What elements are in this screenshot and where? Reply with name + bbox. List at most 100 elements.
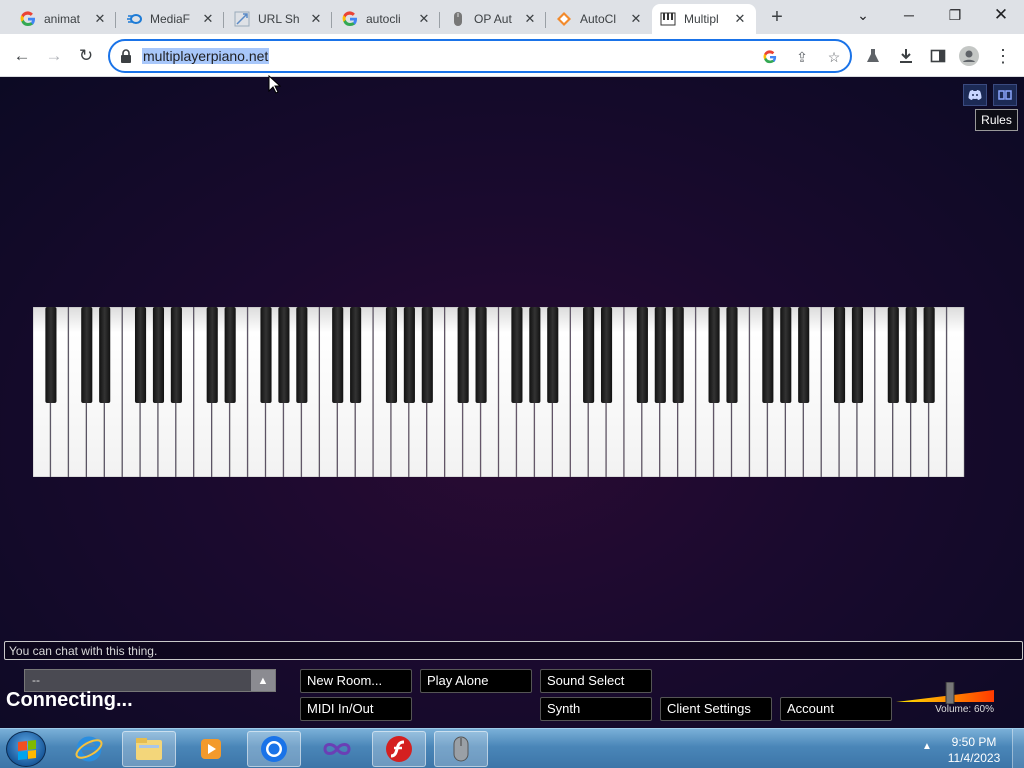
mouse-app-icon[interactable] (434, 731, 488, 767)
black-key[interactable] (224, 307, 236, 403)
discord-icon[interactable] (963, 84, 987, 106)
black-key[interactable] (851, 307, 864, 403)
black-key[interactable] (332, 307, 344, 403)
tab-search-chevron-icon[interactable]: ⌄ (840, 0, 886, 30)
volume-handle[interactable] (945, 681, 955, 705)
black-key[interactable] (278, 307, 290, 403)
black-key[interactable] (350, 307, 362, 403)
tray-arrow-icon[interactable]: ▲ (922, 741, 932, 752)
reload-button[interactable]: ↻ (72, 42, 100, 70)
black-key[interactable] (762, 307, 774, 403)
menu-kebab-icon[interactable]: ⋮ (992, 45, 1014, 67)
tab-multiplayer-piano[interactable]: Multipl ✕ (652, 4, 756, 34)
tab-autoclicker-search[interactable]: autocli ✕ (334, 4, 440, 34)
google-lens-icon[interactable] (760, 47, 780, 67)
black-key[interactable] (708, 307, 720, 403)
piano-svg[interactable] (33, 307, 965, 477)
new-room-button[interactable]: New Room... (300, 669, 412, 693)
address-bar[interactable]: multiplayerpiano.net ⇪ ☆ (108, 39, 852, 73)
synth-button[interactable]: Synth (540, 697, 652, 721)
black-key[interactable] (887, 307, 899, 403)
share-icon[interactable]: ⇪ (792, 47, 812, 67)
file-explorer-icon[interactable] (122, 731, 176, 767)
tab-url-shortener[interactable]: URL Sh ✕ (226, 4, 332, 34)
flash-icon[interactable] (372, 731, 426, 767)
internet-explorer-icon[interactable] (62, 731, 116, 767)
black-key[interactable] (99, 307, 111, 403)
new-tab-button[interactable]: + (765, 6, 789, 28)
black-key[interactable] (296, 307, 308, 403)
triangle-up-icon[interactable]: ▲ (251, 670, 275, 691)
url-text[interactable]: multiplayerpiano.net (142, 48, 270, 64)
bookmark-star-icon[interactable]: ☆ (824, 47, 844, 67)
media-player-icon[interactable] (184, 731, 238, 767)
black-key[interactable] (636, 307, 648, 403)
visual-studio-icon[interactable] (310, 731, 364, 767)
chat-input[interactable]: You can chat with this thing. (4, 641, 1023, 660)
black-key[interactable] (475, 307, 487, 403)
sound-select-button[interactable]: Sound Select (540, 669, 652, 693)
midi-in-out-button[interactable]: MIDI In/Out (300, 697, 412, 721)
tab-strip: animat ✕ MediaF ✕ URL Sh ✕ autocli ✕ OP … (0, 0, 1024, 34)
side-panel-icon[interactable] (927, 45, 949, 67)
tab-animat[interactable]: animat ✕ (12, 4, 116, 34)
black-key[interactable] (529, 307, 541, 403)
close-icon[interactable]: ✕ (522, 11, 538, 27)
show-desktop-button[interactable] (1012, 729, 1024, 768)
clock-time: 9:50 PM (951, 735, 997, 749)
account-button[interactable]: Account (780, 697, 892, 721)
black-key[interactable] (421, 307, 433, 403)
black-key[interactable] (905, 307, 917, 403)
black-key[interactable] (798, 307, 810, 403)
black-key[interactable] (833, 307, 846, 403)
black-key[interactable] (385, 307, 398, 403)
download-icon[interactable] (895, 45, 917, 67)
black-key[interactable] (600, 307, 613, 403)
play-alone-button[interactable]: Play Alone (420, 669, 532, 693)
client-settings-button[interactable]: Client Settings (660, 697, 772, 721)
black-key[interactable] (780, 307, 792, 403)
bb-icon[interactable] (993, 84, 1017, 106)
close-icon[interactable]: ✕ (308, 11, 324, 27)
black-key[interactable] (170, 307, 182, 403)
rules-button[interactable]: Rules (975, 109, 1018, 131)
room-select-value: -- (32, 673, 40, 687)
restore-button[interactable]: ❐ (932, 0, 978, 30)
black-key[interactable] (457, 307, 469, 403)
forward-button[interactable]: → (40, 42, 68, 70)
black-key[interactable] (583, 307, 595, 403)
black-key[interactable] (134, 307, 147, 403)
white-key[interactable] (946, 307, 965, 477)
chrome-icon[interactable] (247, 731, 301, 767)
black-key[interactable] (923, 307, 935, 403)
black-key[interactable] (206, 307, 218, 403)
close-icon[interactable]: ✕ (416, 11, 432, 27)
close-icon[interactable]: ✕ (92, 11, 108, 27)
windows-start-button[interactable] (6, 731, 46, 767)
google-icon (20, 11, 36, 27)
black-key[interactable] (672, 307, 684, 403)
black-key[interactable] (547, 307, 559, 403)
black-key[interactable] (726, 307, 738, 403)
black-key[interactable] (654, 307, 666, 403)
volume-slider[interactable]: Volume: 60% (896, 681, 994, 718)
system-clock[interactable]: 9:50 PM 11/4/2023 (938, 734, 1010, 766)
close-icon[interactable]: ✕ (628, 11, 644, 27)
labs-flask-icon[interactable] (862, 45, 884, 67)
tab-mediafire[interactable]: MediaF ✕ (118, 4, 224, 34)
close-icon[interactable]: ✕ (200, 11, 216, 27)
black-key[interactable] (511, 307, 523, 403)
piano-keyboard[interactable] (33, 307, 965, 477)
profile-avatar-icon[interactable] (958, 45, 980, 67)
back-button[interactable]: ← (8, 42, 36, 70)
black-key[interactable] (45, 307, 57, 403)
close-icon[interactable]: ✕ (732, 11, 748, 27)
tab-op-autoclicker[interactable]: OP Aut ✕ (442, 4, 546, 34)
black-key[interactable] (152, 307, 165, 403)
black-key[interactable] (81, 307, 93, 403)
close-window-button[interactable]: ✕ (978, 0, 1024, 30)
minimize-button[interactable]: ─ (886, 0, 932, 30)
black-key[interactable] (260, 307, 272, 403)
tab-autoclicker[interactable]: AutoCl ✕ (548, 4, 652, 34)
black-key[interactable] (403, 307, 415, 403)
